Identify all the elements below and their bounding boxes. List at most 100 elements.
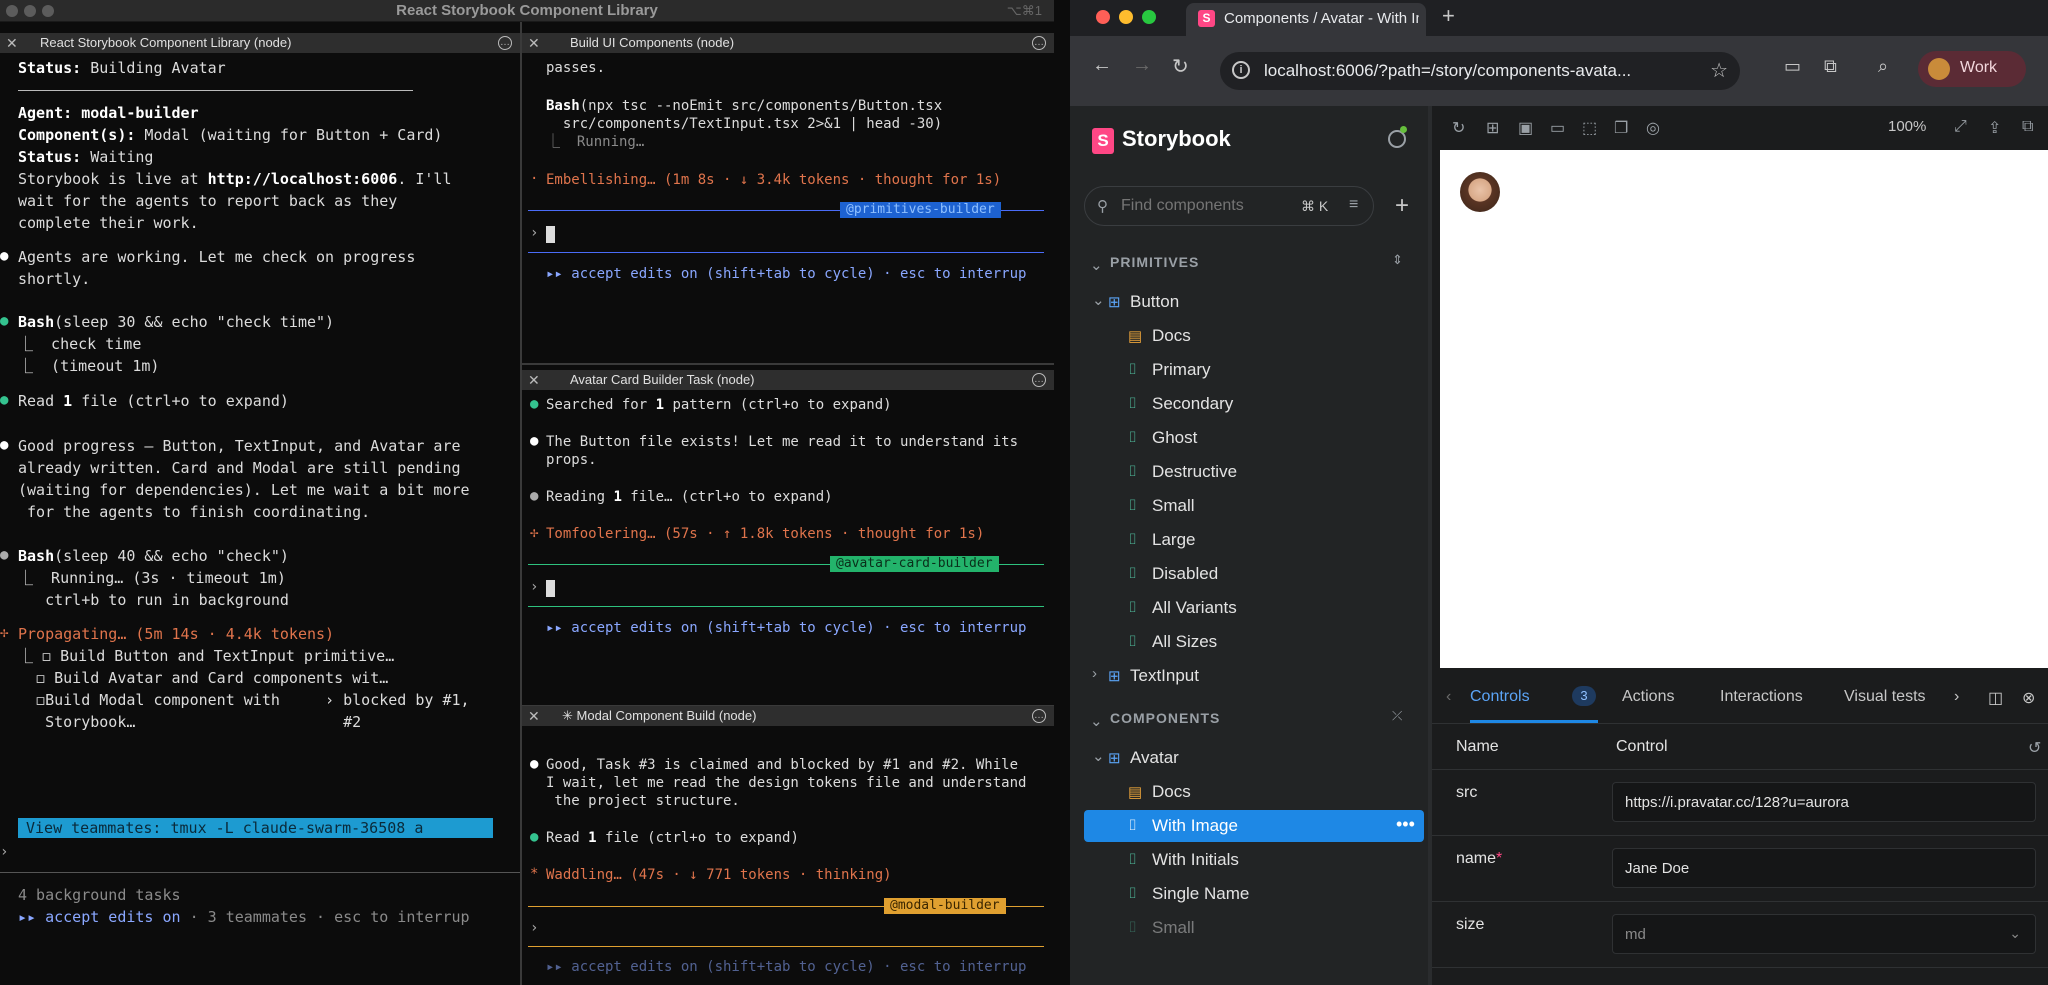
menu-icon[interactable]: … [498,36,512,50]
tree-item-textinput[interactable]: › ⊞ TextInput [1084,660,1424,692]
url-text[interactable]: localhost:6006/?path=/story/components-a… [1264,61,1631,81]
chevron-down-icon[interactable]: ⌄ [1092,747,1105,765]
add-story-button[interactable]: + [1382,186,1422,226]
search-box[interactable]: ⚲ ⌘ K ≡ [1084,186,1374,226]
window-gap [1054,0,1070,985]
tree-item-with-initials[interactable]: ⌷ With Initials [1084,844,1424,876]
new-tab-button[interactable]: + [1442,3,1455,29]
tab-visual-tests[interactable]: Visual tests [1844,688,1926,706]
zoom-level[interactable]: 100% [1888,118,1926,135]
extensions-icon[interactable]: ⧉ [1824,56,1837,77]
profile-chip[interactable]: Work [1918,51,2026,87]
background-icon[interactable]: ▣ [1518,118,1533,138]
story-canvas[interactable] [1440,150,2048,668]
storybook-brand[interactable]: Storybook [1122,126,1231,152]
cast-icon[interactable]: ▭ [1784,56,1801,77]
tabs-scroll-right-icon[interactable]: › [1954,688,1959,706]
expand-collapse-icon[interactable]: ⤫ [1392,708,1402,724]
expand-collapse-icon[interactable]: ⇕ [1392,252,1403,268]
tree-label: Small [1152,918,1195,937]
src-input[interactable] [1612,782,2036,822]
tabs-scroll-left-icon[interactable]: ‹ [1446,688,1451,706]
back-arrow-icon[interactable]: ← [1092,54,1112,77]
tree-item-disabled[interactable]: ⌷ Disabled [1084,558,1424,590]
tab-actions[interactable]: Actions [1622,688,1674,706]
accept-edits-line[interactable]: ▸▸ accept edits on (shift+tab to cycle) … [546,265,1026,283]
menu-icon[interactable]: … [1032,709,1046,723]
measure-icon[interactable]: ⬚ [1582,118,1597,138]
tab-interactions[interactable]: Interactions [1720,688,1803,706]
outline-icon[interactable]: ❐ [1614,118,1628,138]
accept-edits-line[interactable]: ▸▸ accept edits on · 3 teammates · esc t… [18,906,470,928]
avatar-pane[interactable]: ✕ Avatar Card Builder Task (node) … ● Se… [522,370,1054,705]
tab-controls[interactable]: Controls [1470,688,1530,706]
tree-item-single-name[interactable]: ⌷ Single Name [1084,878,1424,910]
text-cursor[interactable] [546,580,555,597]
tree-item-ghost[interactable]: ⌷ Ghost [1084,422,1424,454]
fullscreen-icon[interactable]: ⤢ [1954,118,1967,136]
more-options-icon[interactable]: ••• [1396,814,1415,835]
address-bar[interactable]: i localhost:6006/?path=/story/components… [1220,52,1740,90]
reset-controls-icon[interactable]: ↺ [2028,738,2041,758]
tree-item-primary[interactable]: ⌷ Primary [1084,354,1424,386]
size-select[interactable]: md ⌄ [1612,914,2036,954]
share-icon[interactable]: ⇪ [1988,118,2001,138]
tree-item-button[interactable]: ⌄ ⊞ Button [1084,286,1424,318]
tree-label: All Variants [1152,598,1237,617]
menu-icon[interactable]: … [1032,373,1046,387]
tree-item-secondary[interactable]: ⌷ Secondary [1084,388,1424,420]
bookmark-star-icon[interactable]: ☆ [1710,58,1728,83]
tree-item-avatar-docs[interactable]: ▤ Docs [1084,776,1424,808]
section-components[interactable]: COMPONENTS [1110,710,1220,726]
viewport-icon[interactable]: ▭ [1550,118,1565,138]
accept-edits-line[interactable]: ▸▸ accept edits on (shift+tab to cycle) … [546,958,1026,976]
close-icon[interactable]: ✕ [6,33,18,53]
menu-icon[interactable]: … [1032,36,1046,50]
tree-label: Small [1152,496,1195,515]
build-pane[interactable]: ✕ Build UI Components (node) … passes. B… [522,33,1054,363]
accessibility-icon[interactable]: ◎ [1646,118,1660,138]
minimize-window-button[interactable] [1119,10,1133,24]
close-icon[interactable]: ✕ [528,706,540,726]
tree-item-avatar[interactable]: ⌄ ⊞ Avatar [1084,742,1424,774]
accept-edits-line[interactable]: ▸▸ accept edits on (shift+tab to cycle) … [546,619,1026,637]
close-panel-icon[interactable]: ⊗ [2022,688,2035,708]
browser-tab[interactable]: S Components / Avatar - With Image [1186,3,1426,36]
chevron-right-icon[interactable]: › [1092,665,1097,682]
tree-item-with-image[interactable]: ⌷ With Image ••• [1084,810,1424,842]
modal-pane[interactable]: ✕ ✳ Modal Component Build (node) … ● Goo… [522,706,1054,985]
info-icon[interactable]: i [1232,61,1250,79]
grid-icon[interactable]: ⊞ [1486,118,1499,138]
zoom-window-button[interactable] [1142,10,1156,24]
search-input[interactable] [1121,197,1301,215]
open-new-icon[interactable]: ⧉ [2022,118,2033,136]
bash-output: ctrl+b to run in background [18,591,289,609]
left-pane[interactable]: ✕ React Storybook Component Library (nod… [0,33,520,985]
section-primitives[interactable]: PRIMITIVES [1110,254,1199,270]
tree-item-avatar-small[interactable]: ⌷ Small [1084,912,1424,944]
chevron-down-icon[interactable]: ⌄ [1090,256,1103,274]
divider [18,90,413,91]
close-icon[interactable]: ✕ [528,370,540,390]
close-window-button[interactable] [1096,10,1110,24]
filter-icon[interactable]: ≡ [1349,196,1358,214]
chevron-down-icon[interactable]: ⌄ [1090,712,1103,730]
search-lens-icon[interactable]: ⌕ [1878,56,1888,77]
tree-item-docs[interactable]: ▤ Docs [1084,320,1424,352]
text-cursor[interactable] [546,226,555,243]
forward-arrow-icon[interactable]: → [1132,54,1152,77]
tree-item-small[interactable]: ⌷ Small [1084,490,1424,522]
tree-item-large[interactable]: ⌷ Large [1084,524,1424,556]
view-teammates-bar[interactable]: View teammates: tmux -L claude-swarm-365… [18,818,493,838]
reload-icon[interactable]: ↻ [1172,54,1189,79]
pane-divider[interactable] [522,363,1054,365]
name-input[interactable] [1612,848,2036,888]
tree-item-destructive[interactable]: ⌷ Destructive [1084,456,1424,488]
close-icon[interactable]: ✕ [528,33,540,53]
tree-label: Disabled [1152,564,1219,583]
remount-icon[interactable]: ↻ [1452,118,1465,138]
tree-item-all-variants[interactable]: ⌷ All Variants [1084,592,1424,624]
panel-layout-icon[interactable]: ◫ [1988,688,2003,708]
tree-item-all-sizes[interactable]: ⌷ All Sizes [1084,626,1424,658]
chevron-down-icon[interactable]: ⌄ [1092,291,1105,309]
